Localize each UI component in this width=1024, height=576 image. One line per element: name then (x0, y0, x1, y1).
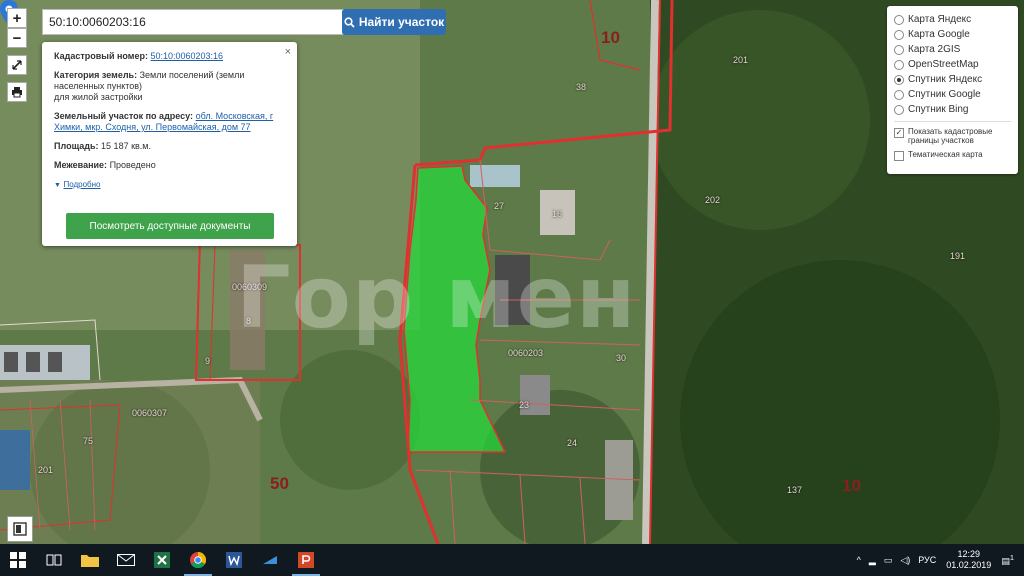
task-view-icon (46, 554, 62, 566)
powerpoint-icon (298, 552, 314, 568)
triangle-down-icon: ▼ (54, 182, 61, 189)
cloud-icon (263, 556, 277, 564)
quarter-label: 10 (601, 28, 620, 47)
block-label: 0060307 (132, 408, 168, 418)
quarter-label: 50 (270, 474, 289, 493)
radio-button[interactable] (894, 59, 904, 70)
layer-option-google-satellite[interactable]: Спутник Google (894, 87, 1011, 102)
survey-value: Проведено (109, 160, 156, 170)
show-borders-toggle[interactable]: ✓ Показать кадастровые границы участков (894, 127, 1011, 145)
radio-button[interactable] (894, 89, 904, 100)
more-link[interactable]: Подробно (63, 180, 100, 189)
plot-number: 30 (616, 353, 627, 363)
plot-number: 191 (950, 251, 966, 261)
radio-button-selected[interactable] (894, 74, 904, 85)
mail-icon (117, 554, 135, 566)
plot-number: 202 (705, 195, 721, 205)
zoom-out-button[interactable]: − (7, 28, 27, 48)
parcel-info-popup: × Кадастровый номер: 50:10:0060203:16 Ка… (42, 42, 297, 246)
notifications-icon[interactable]: ▤1 (997, 553, 1024, 567)
clock[interactable]: 12:29 01.02.2019 (940, 549, 997, 571)
language-indicator[interactable]: РУС (914, 555, 940, 565)
system-tray: ^ ▂ ▭ ◁) РУС 12:29 01.02.2019 ▤1 (853, 544, 1024, 576)
clock-date: 01.02.2019 (946, 560, 992, 570)
plot-number: 201 (38, 465, 54, 475)
folder-icon (81, 555, 99, 567)
plot-number: 23 (519, 400, 530, 410)
map-layers-panel: Карта Яндекс Карта Google Карта 2GIS Ope… (887, 6, 1018, 174)
legend-button[interactable] (7, 516, 33, 542)
view-documents-button[interactable]: Посмотреть доступные документы (66, 213, 274, 239)
close-icon[interactable]: × (285, 46, 291, 58)
radio-button[interactable] (894, 14, 904, 25)
taskbar-word[interactable] (216, 544, 252, 576)
chevron-up-icon[interactable]: ^ (853, 555, 865, 565)
radio-button[interactable] (894, 104, 904, 115)
plot-number: 24 (567, 438, 578, 448)
search-icon (344, 16, 355, 28)
radio-button[interactable] (894, 44, 904, 55)
layer-option-bing-satellite[interactable]: Спутник Bing (894, 102, 1011, 117)
taskbar-file-explorer[interactable] (72, 544, 108, 576)
divider (894, 121, 1011, 122)
search-button[interactable]: Найти участок (342, 9, 446, 35)
taskbar-excel[interactable] (144, 544, 180, 576)
plot-number: 16 (552, 209, 563, 219)
thematic-map-toggle[interactable]: Тематическая карта (894, 150, 1011, 161)
layer-option-yandex-satellite[interactable]: Спутник Яндекс (894, 72, 1011, 87)
plot-number: 201 (733, 55, 749, 65)
checkbox-checked[interactable]: ✓ (894, 128, 904, 138)
plot-number: 27 (494, 201, 505, 211)
cadastral-number-link[interactable]: 50:10:0060203:16 (150, 51, 223, 61)
taskbar-chrome[interactable] (180, 544, 216, 576)
excel-icon (154, 552, 170, 568)
area-label: Площадь: (54, 141, 99, 151)
cadastral-label: Кадастровый номер: (54, 51, 148, 61)
printer-icon (12, 87, 22, 98)
measure-button[interactable] (7, 55, 27, 75)
layer-option-2gis-map[interactable]: Карта 2GIS (894, 42, 1011, 57)
checkbox[interactable] (894, 151, 904, 161)
clock-time: 12:29 (957, 549, 981, 559)
survey-label: Межевание: (54, 160, 108, 170)
windows-logo-icon (10, 552, 26, 568)
battery-icon[interactable]: ▭ (880, 555, 897, 566)
ruler-icon (12, 60, 22, 70)
quarter-label: 10 (842, 476, 861, 495)
zoom-in-button[interactable]: + (7, 8, 27, 28)
taskbar-app[interactable] (252, 544, 288, 576)
radio-button[interactable] (894, 29, 904, 40)
plot-number: 137 (787, 485, 803, 495)
start-button[interactable] (0, 544, 36, 576)
category-label: Категория земель: (54, 70, 138, 80)
windows-taskbar: ^ ▂ ▭ ◁) РУС 12:29 01.02.2019 ▤1 (0, 544, 1024, 576)
area-value: 15 187 кв.м. (101, 141, 151, 151)
purpose-value: для жилой застройки (54, 92, 143, 102)
layer-option-openstreetmap[interactable]: OpenStreetMap (894, 57, 1011, 72)
print-button[interactable] (7, 82, 27, 102)
volume-icon[interactable]: ◁) (896, 555, 914, 566)
plot-number: 75 (83, 436, 94, 446)
task-view-button[interactable] (36, 544, 72, 576)
block-label: 0060203 (508, 348, 544, 358)
word-icon (226, 552, 242, 568)
search-button-label: Найти участок (358, 15, 445, 29)
plot-number: 38 (576, 82, 587, 92)
layer-option-google-map[interactable]: Карта Google (894, 27, 1011, 42)
more-toggle[interactable]: ▼ Подробно (54, 179, 285, 191)
watermark: Гор мен (236, 248, 637, 348)
network-icon[interactable]: ▂ (865, 555, 880, 566)
chrome-icon (190, 552, 206, 568)
taskbar-powerpoint[interactable] (288, 544, 324, 576)
search-input[interactable]: 50:10:0060203:16 (42, 9, 346, 35)
legend-icon (13, 522, 27, 536)
address-label: Земельный участок по адресу: (54, 111, 194, 121)
taskbar-mail[interactable] (108, 544, 144, 576)
layer-option-yandex-map[interactable]: Карта Яндекс (894, 12, 1011, 27)
plot-number: 9 (205, 356, 211, 366)
